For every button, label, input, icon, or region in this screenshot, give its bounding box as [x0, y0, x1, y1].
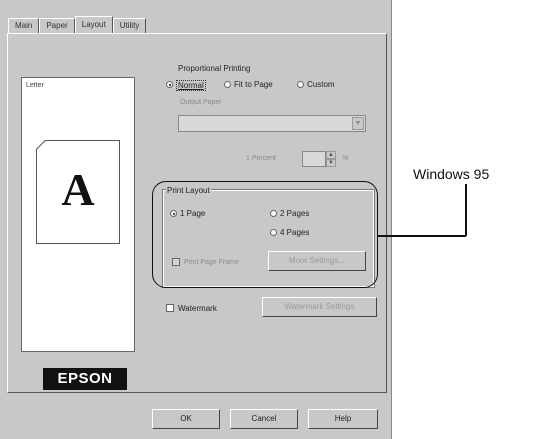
- spin-down-icon[interactable]: ▼: [326, 159, 336, 167]
- print-layout-callout: [152, 181, 378, 288]
- normal-radio[interactable]: [166, 81, 173, 88]
- tab-utility[interactable]: Utility: [112, 18, 147, 33]
- page-preview: Letter A: [21, 77, 135, 352]
- spin-up-icon[interactable]: ▲: [326, 151, 336, 159]
- tab-layout[interactable]: Layout: [74, 16, 113, 34]
- custom-label[interactable]: Custom: [307, 80, 335, 89]
- tab-paper[interactable]: Paper: [39, 18, 75, 33]
- preview-page: A: [36, 140, 120, 244]
- callout-vertical-line: [465, 184, 467, 236]
- normal-text: Normal: [178, 81, 204, 90]
- callout-horizontal-line: [378, 235, 466, 237]
- scale-spinner[interactable]: ▲ ▼: [326, 151, 336, 167]
- fit-to-page-radio[interactable]: [224, 81, 231, 88]
- epson-logo: EPSON: [43, 368, 127, 390]
- tab-main[interactable]: Main: [8, 18, 40, 33]
- chevron-down-icon[interactable]: ▼: [352, 117, 364, 130]
- custom-radio[interactable]: [297, 81, 304, 88]
- percent-sign: %: [342, 155, 349, 162]
- output-paper-label: Output Paper: [180, 99, 222, 106]
- cancel-button[interactable]: Cancel: [230, 409, 298, 429]
- normal-radio-label[interactable]: Normal: [176, 80, 206, 91]
- tab-strip: Main Paper Layout Utility: [8, 15, 147, 34]
- output-paper-combo[interactable]: ▼: [178, 115, 366, 132]
- scale-input[interactable]: [302, 151, 326, 167]
- callout-label: Windows 95: [413, 166, 490, 182]
- fit-to-page-label[interactable]: Fit to Page: [234, 80, 273, 89]
- proportional-printing-heading: Proportional Printing: [178, 64, 251, 73]
- paper-size-label: Letter: [26, 82, 44, 89]
- watermark-checkbox[interactable]: [166, 304, 174, 312]
- preview-letter: A: [61, 164, 95, 215]
- scale-label: 1 Percent: [246, 155, 276, 162]
- watermark-settings-button[interactable]: Watermark Settings: [262, 297, 377, 317]
- ok-button[interactable]: OK: [152, 409, 220, 429]
- watermark-label[interactable]: Watermark: [178, 304, 217, 313]
- help-button[interactable]: Help: [308, 409, 378, 429]
